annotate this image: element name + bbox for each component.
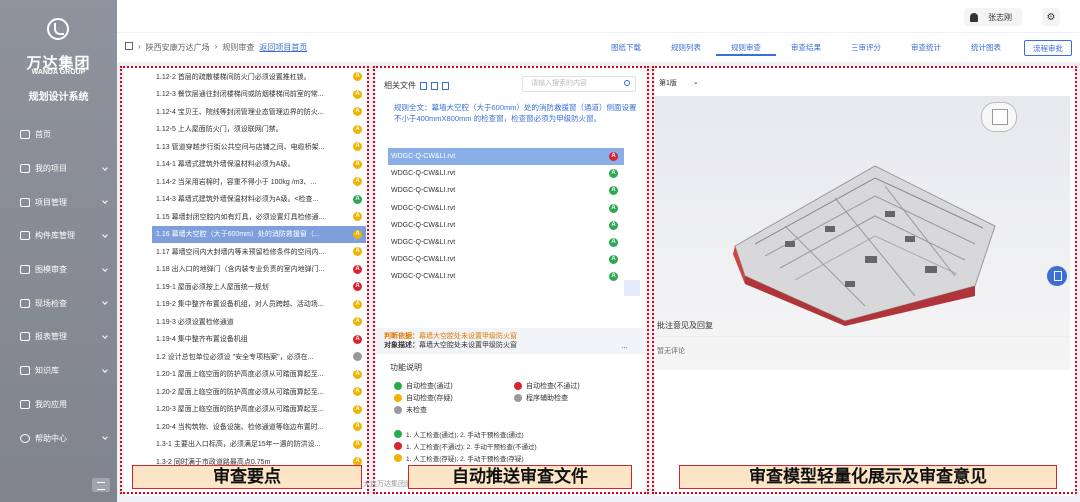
settings-button[interactable]: ⚙ [1042,8,1060,26]
sidebar-item-project-management[interactable]: 项目管理 [0,185,117,219]
tab-rule-list[interactable]: 规则列表 [656,40,716,56]
sidebar-item-knowledge-base[interactable]: 知识库 [0,354,117,388]
sidebar-item-site-inspection[interactable]: 现场检查 [0,286,117,320]
help-icon [20,433,30,443]
highlight-frame [120,66,369,494]
tab-workflow-approval[interactable]: 流程审批 [1024,40,1072,56]
wanda-logo-icon [47,18,69,40]
tabs: 图纸下载 规则列表 规则审查 审查结果 三审评分 审查统计 统计图表 流程审批 [596,40,1072,56]
document-icon [20,265,30,275]
tab-stat-charts[interactable]: 统计图表 [956,40,1016,56]
tab-review-results[interactable]: 审查结果 [776,40,836,56]
sidebar-item-my-apps[interactable]: 我的应用 [0,388,117,422]
user-icon [970,12,978,22]
caption-review-points: 审查要点 [132,465,362,489]
chevron-down-icon [102,333,108,339]
chevron-down-icon [102,232,108,238]
topbar: 张志刚 ⚙ [117,0,1080,32]
caption-model-view: 审查模型轻量化展示及审查意见 [679,465,1057,489]
back-to-project-link[interactable]: 返回项目首页 [259,42,307,53]
breadcrumb-page: 规则审查 [222,43,255,52]
user-menu[interactable]: 张志刚 [964,8,1022,26]
tab-drawing-download[interactable]: 图纸下载 [596,40,656,56]
tab-review-stats[interactable]: 审查统计 [896,40,956,56]
breadcrumb: › 陕西安康万达广场 › 规则审查 返回项目首页 [125,42,307,53]
sidebar: 万达集团 WANDA GROUP 规划设计系统 首页 我的项目 项目管理 构件库… [0,0,117,502]
chevron-down-icon [102,299,108,306]
sidebar-nav: 首页 我的项目 项目管理 构件库管理 图模审查 现场检查 报表管理 知识库 我的… [0,118,117,455]
chevron-down-icon [102,366,108,373]
gear-icon: ⚙ [1046,11,1056,23]
tab-rule-review[interactable]: 规则审查 [716,40,776,56]
tab-triple-score[interactable]: 三审评分 [836,40,896,56]
user-name: 张志刚 [988,12,1012,22]
project-icon [20,164,30,174]
brand-en: WANDA GROUP [31,69,86,76]
sidebar-item-component-library[interactable]: 构件库管理 [0,219,117,253]
sidebar-item-my-projects[interactable]: 我的项目 [0,152,117,186]
apps-icon [20,399,30,409]
home-icon [20,130,30,140]
sidebar-item-help[interactable]: 帮助中心 [0,421,117,455]
sidebar-item-home[interactable]: 首页 [0,118,117,152]
chevron-down-icon [102,164,108,171]
highlight-frame [373,66,649,494]
sidebar-item-reports[interactable]: 报表管理 [0,320,117,354]
inspection-icon [20,298,30,308]
breadcrumb-bar: › 陕西安康万达广场 › 规则审查 返回项目首页 图纸下载 规则列表 规则审查 … [117,32,1080,62]
component-icon [20,231,30,241]
folder-icon [20,197,30,207]
book-icon [20,366,30,376]
chevron-down-icon [102,434,108,441]
system-name: 规划设计系统 [28,92,89,103]
chevron-down-icon [102,265,108,272]
report-icon [20,332,30,342]
sidebar-item-drawing-review[interactable]: 图模审查 [0,253,117,287]
highlight-frame [652,66,1077,494]
chevron-down-icon [102,198,108,205]
collapse-sidebar-button[interactable] [92,478,110,492]
breadcrumb-project[interactable]: 陕西安康万达广场 [146,42,210,53]
home-icon[interactable] [125,42,133,50]
caption-auto-push: 自动推送审查文件 [408,465,632,489]
